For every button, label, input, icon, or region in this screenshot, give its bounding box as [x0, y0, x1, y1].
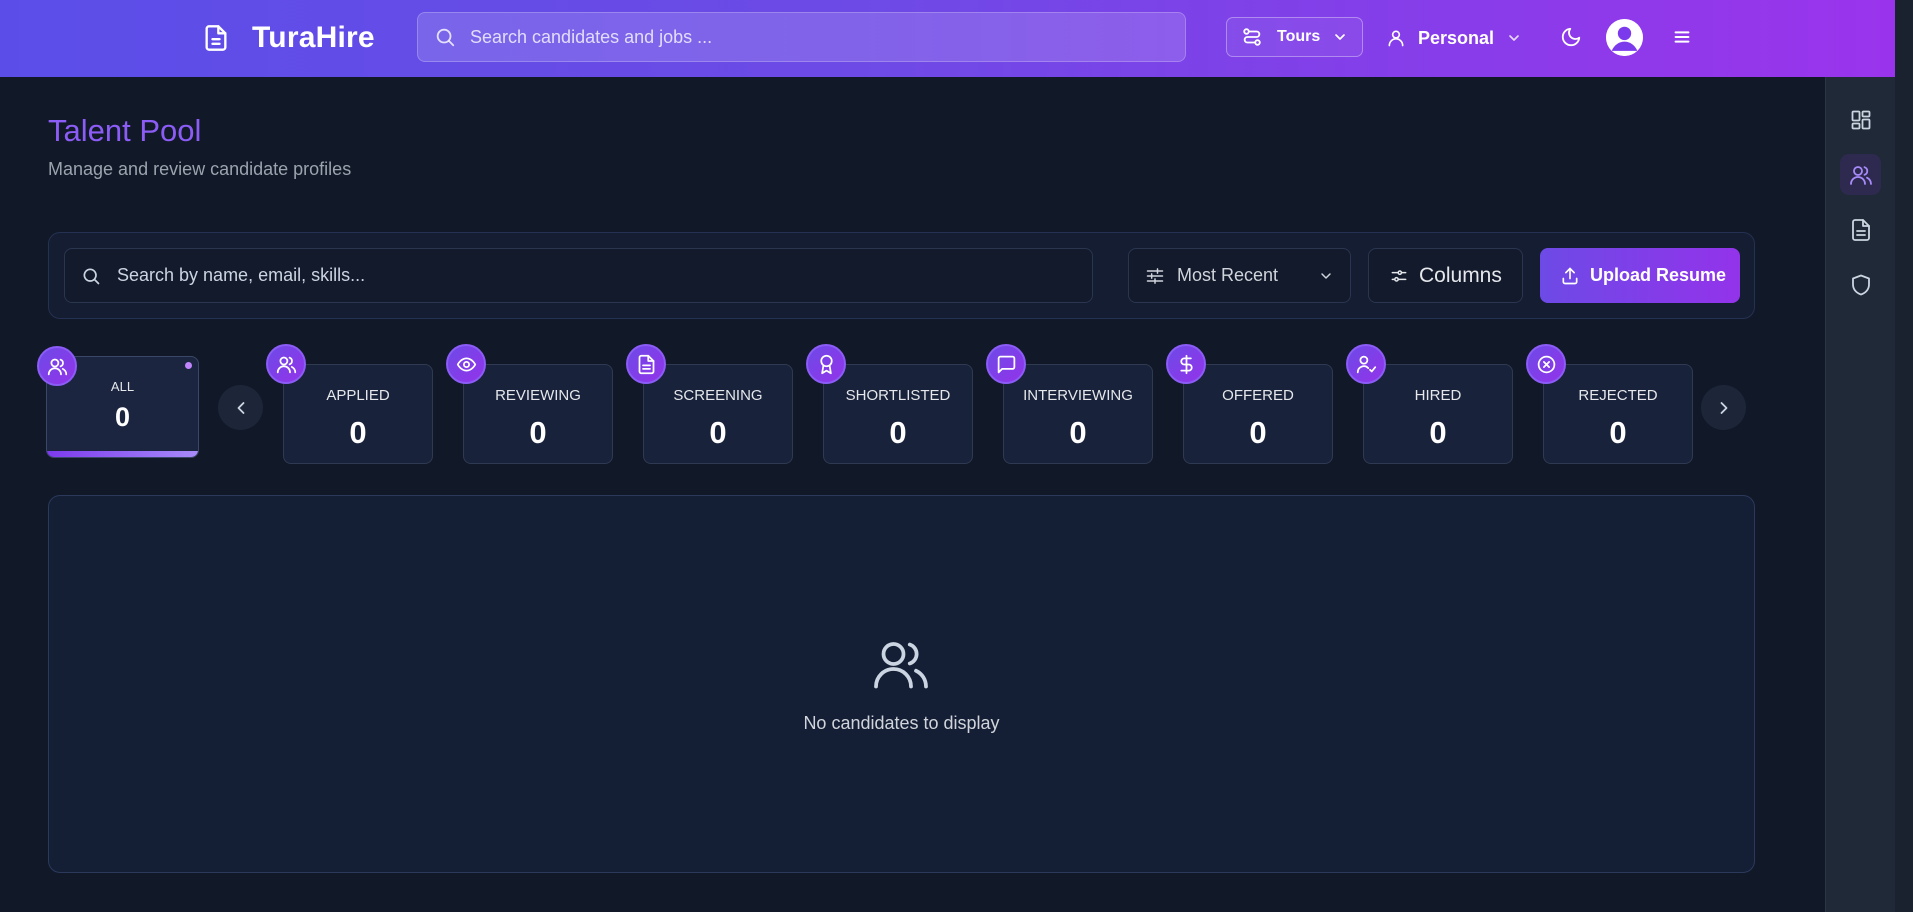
status-badge-rejected: [1526, 344, 1566, 384]
page-subtitle: Manage and review candidate profiles: [48, 159, 352, 179]
status-badge-shortlisted: [806, 344, 846, 384]
status-label: SHORTLISTED: [845, 387, 951, 404]
user-icon: [1388, 30, 1404, 47]
document-icon: [205, 25, 227, 51]
chevron-right-icon: [1720, 401, 1727, 414]
filter-toolbar: Most Recent Columns Upload Resume: [48, 232, 1755, 319]
global-search-input[interactable]: [470, 26, 1150, 48]
status-count: 0: [709, 415, 727, 450]
menu-icon[interactable]: [1671, 26, 1693, 48]
user-check-icon: [1356, 355, 1376, 373]
avatar[interactable]: [1606, 19, 1643, 56]
award-icon: [819, 354, 833, 374]
rail-item-documents[interactable]: [1840, 209, 1881, 250]
rail-item-candidates[interactable]: [1840, 154, 1881, 195]
dollar-icon: [1179, 354, 1193, 374]
avatar-user-icon: [1606, 19, 1643, 56]
rail-item-security[interactable]: [1840, 264, 1881, 305]
status-count: 0: [1609, 415, 1627, 450]
status-card-interviewing[interactable]: INTERVIEWING 0: [1003, 364, 1153, 464]
status-label: REVIEWING: [495, 387, 581, 404]
chevron-down-icon: [1335, 34, 1346, 40]
status-badge-hired: [1346, 344, 1386, 384]
scrollbar[interactable]: [1895, 0, 1913, 912]
upload-resume-label: Upload Resume: [1590, 265, 1727, 285]
status-count: 0: [349, 415, 367, 450]
document-icon: [638, 354, 654, 374]
chevron-down-icon: [1321, 272, 1331, 279]
status-count: 0: [529, 415, 547, 450]
status-card-applied[interactable]: APPLIED 0: [283, 364, 433, 464]
status-label: REJECTED: [1578, 387, 1658, 404]
status-badge-reviewing: [446, 344, 486, 384]
candidate-search-input[interactable]: [117, 265, 1057, 286]
columns-button[interactable]: Columns: [1368, 248, 1523, 303]
workspace-dropdown[interactable]: Personal: [1386, 22, 1522, 54]
columns-label: Columns: [1419, 263, 1502, 287]
scroll-right-button[interactable]: [1701, 385, 1746, 430]
status-count: 0: [1249, 415, 1267, 450]
status-label: INTERVIEWING: [1023, 387, 1133, 404]
right-sidebar: [1825, 77, 1895, 912]
status-card-reviewing[interactable]: REVIEWING 0: [463, 364, 613, 464]
status-badge-applied: [266, 344, 306, 384]
x-circle-icon: [1537, 355, 1555, 373]
users-icon: [276, 356, 296, 373]
active-indicator: [47, 451, 198, 457]
status-count: 0: [889, 415, 907, 450]
upload-resume-button[interactable]: Upload Resume: [1540, 248, 1740, 303]
chevron-left-icon: [237, 401, 244, 414]
global-search: [417, 12, 1186, 62]
status-count: 0: [114, 402, 131, 432]
top-header: TuraHire Tours Personal: [0, 0, 1913, 77]
message-icon: [997, 355, 1015, 373]
status-label: HIRED: [1414, 387, 1462, 404]
eye-icon: [456, 357, 476, 371]
sliders-icon: [1146, 267, 1164, 284]
status-card-offered[interactable]: OFFERED 0: [1183, 364, 1333, 464]
status-label: SCREENING: [673, 387, 763, 404]
users-icon: [1849, 165, 1872, 185]
status-card-shortlisted[interactable]: SHORTLISTED 0: [823, 364, 973, 464]
route-icon: [1243, 28, 1261, 46]
scroll-left-button[interactable]: [218, 385, 263, 430]
settings-icon: [1391, 269, 1407, 282]
status-badge-all: [37, 346, 77, 386]
rail-item-dashboard[interactable]: [1840, 99, 1881, 140]
candidates-panel: No candidates to display: [48, 495, 1755, 873]
tours-label: Tours: [1277, 28, 1321, 45]
status-card-rejected[interactable]: REJECTED 0: [1543, 364, 1693, 464]
users-icon: [47, 358, 67, 375]
status-label: APPLIED: [326, 387, 390, 404]
chevron-down-icon: [1509, 35, 1519, 41]
dashboard-icon: [1851, 110, 1870, 129]
workspace-label: Personal: [1418, 27, 1495, 48]
status-card-hired[interactable]: HIRED 0: [1363, 364, 1513, 464]
status-card-screening[interactable]: SCREENING 0: [643, 364, 793, 464]
brand-name: TuraHire: [252, 21, 375, 54]
status-count: 0: [1069, 415, 1087, 450]
document-icon: [1851, 218, 1870, 241]
empty-state-message: No candidates to display: [803, 713, 1000, 733]
users-icon: [874, 642, 928, 689]
moon-icon[interactable]: [1560, 26, 1582, 48]
page-title: Talent Pool: [48, 113, 202, 148]
search-icon: [436, 28, 455, 47]
upload-icon: [1562, 267, 1578, 284]
shield-icon: [1851, 274, 1870, 295]
status-badge-screening: [626, 344, 666, 384]
status-count: 0: [1429, 415, 1447, 450]
sort-value: Most Recent: [1177, 265, 1279, 285]
status-label: OFFERED: [1222, 387, 1294, 404]
status-badge-offered: [1166, 344, 1206, 384]
tours-dropdown[interactable]: Tours: [1226, 17, 1363, 57]
brand[interactable]: TuraHire: [202, 20, 375, 56]
status-badge-interviewing: [986, 344, 1026, 384]
candidate-search: [64, 248, 1093, 303]
active-dot: [185, 362, 192, 369]
sort-select[interactable]: Most Recent: [1128, 248, 1351, 303]
search-icon: [83, 268, 100, 284]
